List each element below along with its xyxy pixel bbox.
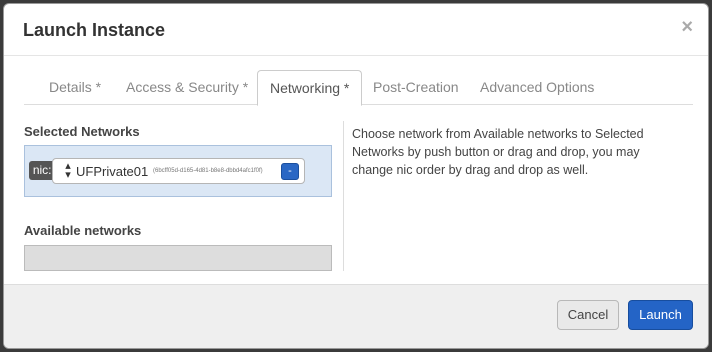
column-divider bbox=[343, 121, 344, 271]
remove-network-button[interactable]: - bbox=[281, 163, 299, 180]
networks-panel: Selected Networks nic:1 ▴ ▾ UFPrivate01 (… bbox=[24, 124, 332, 271]
tab-post-creation[interactable]: Post-Creation bbox=[361, 70, 471, 105]
close-icon[interactable]: × bbox=[681, 17, 693, 37]
networking-help-text: Choose network from Available networks t… bbox=[352, 127, 644, 177]
cancel-button[interactable]: Cancel bbox=[557, 300, 619, 330]
network-id: (6bcff05d-d165-4d81-b8e8-dbbd4afc1f0f) bbox=[153, 168, 263, 174]
launch-instance-modal: Launch Instance × Details * Access & Sec… bbox=[3, 3, 709, 349]
network-name: UFPrivate01 bbox=[76, 164, 149, 179]
tab-advanced-options[interactable]: Advanced Options bbox=[468, 70, 606, 105]
network-pill[interactable]: ▴ ▾ UFPrivate01 (6bcff05d-d165-4d81-b8e8-… bbox=[52, 158, 305, 184]
sort-handle-icon[interactable]: ▴ ▾ bbox=[64, 161, 72, 181]
tab-bar: Details * Access & Security * Networking… bbox=[24, 70, 693, 106]
available-networks-title: Available networks bbox=[24, 223, 142, 238]
launch-button[interactable]: Launch bbox=[628, 300, 693, 330]
selected-networks-list[interactable]: nic:1 ▴ ▾ UFPrivate01 (6bcff05d-d165-4d81… bbox=[24, 145, 332, 197]
modal-header: Launch Instance × bbox=[4, 4, 708, 56]
selected-networks-title: Selected Networks bbox=[24, 124, 140, 139]
tab-details[interactable]: Details * bbox=[37, 70, 113, 105]
tab-networking[interactable]: Networking * bbox=[257, 70, 363, 106]
available-networks-list[interactable] bbox=[24, 245, 332, 271]
modal-title: Launch Instance bbox=[23, 20, 166, 40]
modal-footer: Cancel Launch bbox=[4, 284, 708, 348]
selected-network-item[interactable]: nic:1 ▴ ▾ UFPrivate01 (6bcff05d-d165-4d81… bbox=[29, 158, 305, 184]
tab-access-security[interactable]: Access & Security * bbox=[114, 70, 260, 105]
